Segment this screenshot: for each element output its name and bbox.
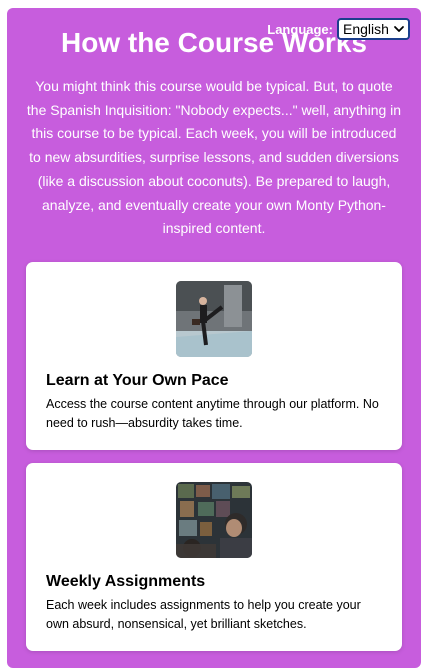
sketch-collage-image [176, 482, 252, 558]
language-label: Language: [267, 21, 333, 37]
feature-card-weekly-assignments: Weekly Assignments Each week includes as… [26, 463, 402, 651]
silly-walk-image [176, 281, 252, 357]
intro-paragraph: You might think this course would be typ… [26, 78, 402, 237]
language-switcher: Language: English [267, 18, 410, 40]
card-description: Each week includes assignments to help y… [46, 598, 361, 631]
card-description: Access the course content anytime throug… [46, 397, 379, 430]
feature-card-own-pace: Learn at Your Own Pace Access the course… [26, 262, 402, 450]
language-selected-value: English [343, 21, 389, 37]
language-select[interactable]: English [337, 18, 410, 40]
card-title: Weekly Assignments [46, 573, 206, 590]
card-title: Learn at Your Own Pace [46, 372, 229, 389]
course-section: Language: English How the Course Works Y… [7, 8, 421, 668]
chevron-down-icon [394, 26, 404, 32]
